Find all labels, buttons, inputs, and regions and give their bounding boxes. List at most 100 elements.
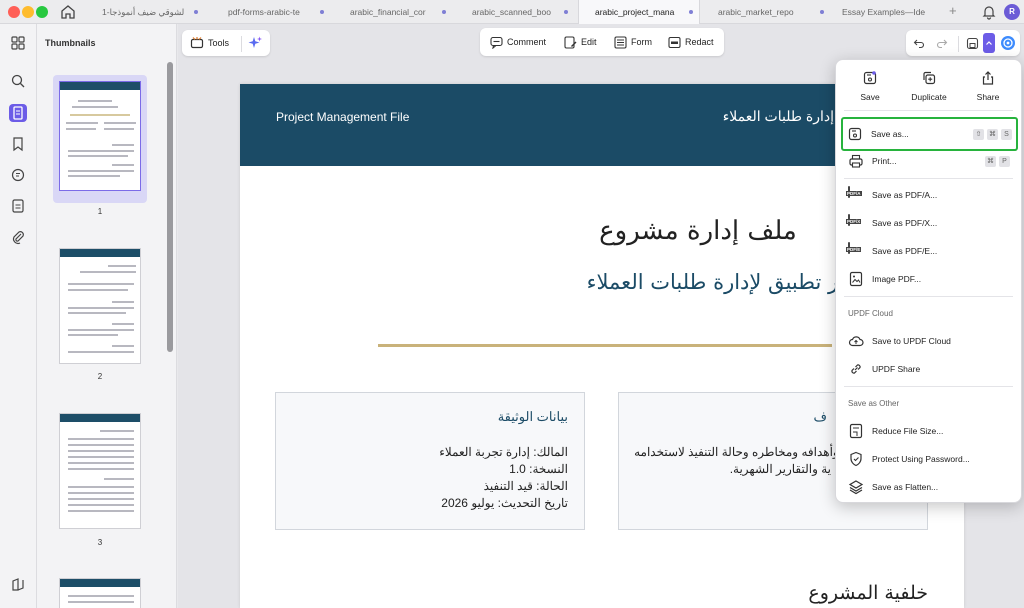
thumbnails-panel: Thumbnails 1 2 3 (37, 24, 177, 608)
document-tab[interactable]: لشوقي ضيف أنموذجا-1 (92, 0, 204, 24)
bell-icon[interactable] (982, 4, 996, 20)
duplicate-icon (923, 71, 936, 85)
edit-label: Edit (581, 37, 597, 47)
document-tab[interactable]: pdf-forms-arabic-te (218, 0, 330, 24)
edit-mode-button[interactable]: Edit (564, 28, 597, 56)
cloud-upload-icon (848, 336, 864, 347)
page-preview (59, 413, 141, 529)
tab-label: arabic_project_mana (595, 7, 675, 17)
grid-icon[interactable] (9, 34, 27, 52)
divider (378, 344, 832, 347)
scrollbar[interactable] (167, 62, 173, 352)
document-tab[interactable]: arabic_financial_cor (340, 0, 452, 24)
save-as-pdfe-menu-item[interactable]: PDF/E Save as PDF/E... (844, 239, 1014, 263)
save-to-cloud-menu-item[interactable]: Save to UPDF Cloud (844, 329, 1014, 353)
minimize-window-button[interactable] (22, 6, 34, 18)
avatar[interactable]: R (1004, 4, 1020, 20)
menu-divider (844, 386, 1013, 387)
save-flatten-label: Save as Flatten... (872, 482, 939, 492)
close-window-button[interactable] (8, 6, 20, 18)
pdfe-label: Save as PDF/E... (872, 246, 938, 256)
updated-row: تاريخ التحديث: يوليو 2026 (441, 496, 568, 510)
save-flatten-menu-item[interactable]: Save as Flatten... (844, 475, 1014, 499)
protect-password-label: Protect Using Password... (872, 454, 970, 464)
menu-divider (844, 296, 1013, 297)
pdf-x-icon: PDF/X (846, 214, 864, 231)
document-tab-active[interactable]: arabic_project_mana (578, 0, 700, 24)
unsaved-dot-icon (689, 10, 693, 14)
tools-label: Tools (208, 38, 230, 48)
save-menu-toggle-button[interactable] (983, 33, 995, 53)
thumbnail-page-2[interactable] (53, 242, 147, 370)
form-mode-button[interactable]: Form (614, 28, 652, 56)
keyboard-shortcut: ⌘ P (985, 155, 1010, 167)
card-title: بيانات الوثيقة (497, 409, 568, 424)
save-as-pdfa-menu-item[interactable]: PDF/A Save as PDF/A... (844, 183, 1014, 207)
card-title: ف (813, 409, 827, 424)
header-title-english: Project Management File (276, 110, 410, 124)
tab-label: arabic_market_repo (718, 7, 794, 17)
page-number: 1 (97, 207, 103, 216)
layers-panel-icon[interactable] (9, 576, 27, 594)
share-icon (982, 71, 994, 85)
maximize-window-button[interactable] (36, 6, 48, 18)
tools-toolbar: Tools (182, 30, 270, 56)
save-as-pdfx-menu-item[interactable]: PDF/X Save as PDF/X... (844, 211, 1014, 235)
unsaved-dot-icon (320, 10, 324, 14)
ai-sparkle-button[interactable] (247, 30, 263, 56)
page-preview (59, 81, 141, 191)
document-tab[interactable]: arabic_market_repo (708, 0, 830, 24)
quick-save-button[interactable]: Save (840, 70, 900, 102)
page-preview (59, 578, 141, 608)
p-key: P (999, 155, 1010, 167)
share-button[interactable]: Share (958, 70, 1018, 102)
unsaved-dot-icon (194, 10, 198, 14)
pdfa-label: Save as PDF/A... (872, 190, 938, 200)
tools-button[interactable]: Tools (190, 30, 229, 56)
redact-mode-button[interactable]: Redact (668, 28, 714, 56)
page-number: 2 (97, 372, 103, 381)
updf-ai-icon[interactable] (1000, 30, 1016, 56)
bookmark-icon[interactable] (9, 135, 27, 153)
save-as-label: Save as... (871, 129, 909, 139)
comment-label: Comment (507, 37, 547, 47)
thumbnail-page-4[interactable] (53, 572, 147, 608)
form-label: Form (631, 37, 652, 47)
print-menu-item[interactable]: Print... ⌘ P (844, 149, 1014, 173)
thumbnails-icon[interactable] (9, 104, 27, 122)
attachment-icon[interactable] (9, 228, 27, 246)
save-icon[interactable] (966, 30, 979, 56)
document-tab[interactable]: arabic_scanned_boo (462, 0, 574, 24)
format-badge: PDF/X (846, 219, 862, 224)
document-tab[interactable]: Essay Examples—Ide (832, 0, 940, 24)
mode-toolbar: Comment Edit Form Redact (480, 28, 724, 56)
home-icon[interactable] (59, 3, 77, 21)
search-icon[interactable] (9, 72, 27, 90)
thumbnail-page-1[interactable] (53, 75, 147, 203)
updf-share-menu-item[interactable]: UPDF Share (844, 357, 1014, 381)
tab-label: pdf-forms-arabic-te (228, 7, 300, 17)
tab-label: Essay Examples—Ide (842, 7, 926, 17)
redact-label: Redact (685, 37, 714, 47)
protect-password-menu-item[interactable]: Protect Using Password... (844, 447, 1014, 471)
comment-list-icon[interactable] (9, 166, 27, 184)
format-badge: PDF/A (846, 191, 862, 196)
reduce-size-menu-item[interactable]: Reduce File Size... (844, 419, 1014, 443)
left-rail (0, 24, 37, 608)
image-pdf-menu-item[interactable]: Image PDF... (844, 267, 1014, 291)
redo-icon[interactable] (936, 30, 948, 56)
unsaved-dot-icon (820, 10, 824, 14)
new-tab-button[interactable]: + (949, 3, 957, 18)
save-dropdown-menu: Save Duplicate Share Save as... ⇧ ⌘ S Pr… (835, 59, 1022, 503)
thumbnail-page-3[interactable] (53, 407, 147, 535)
duplicate-button[interactable]: Duplicate (899, 70, 959, 102)
save-as-icon (848, 127, 862, 141)
undo-icon[interactable] (913, 30, 925, 56)
keyboard-shortcut: ⇧ ⌘ S (973, 128, 1012, 140)
save-as-menu-item[interactable]: Save as... ⇧ ⌘ S (841, 117, 1018, 151)
comment-mode-button[interactable]: Comment (490, 28, 546, 56)
save-label: Save (860, 92, 880, 102)
form-fields-icon[interactable] (9, 197, 27, 215)
pdf-a-icon: PDF/A (846, 186, 864, 203)
reduce-size-label: Reduce File Size... (872, 426, 944, 436)
